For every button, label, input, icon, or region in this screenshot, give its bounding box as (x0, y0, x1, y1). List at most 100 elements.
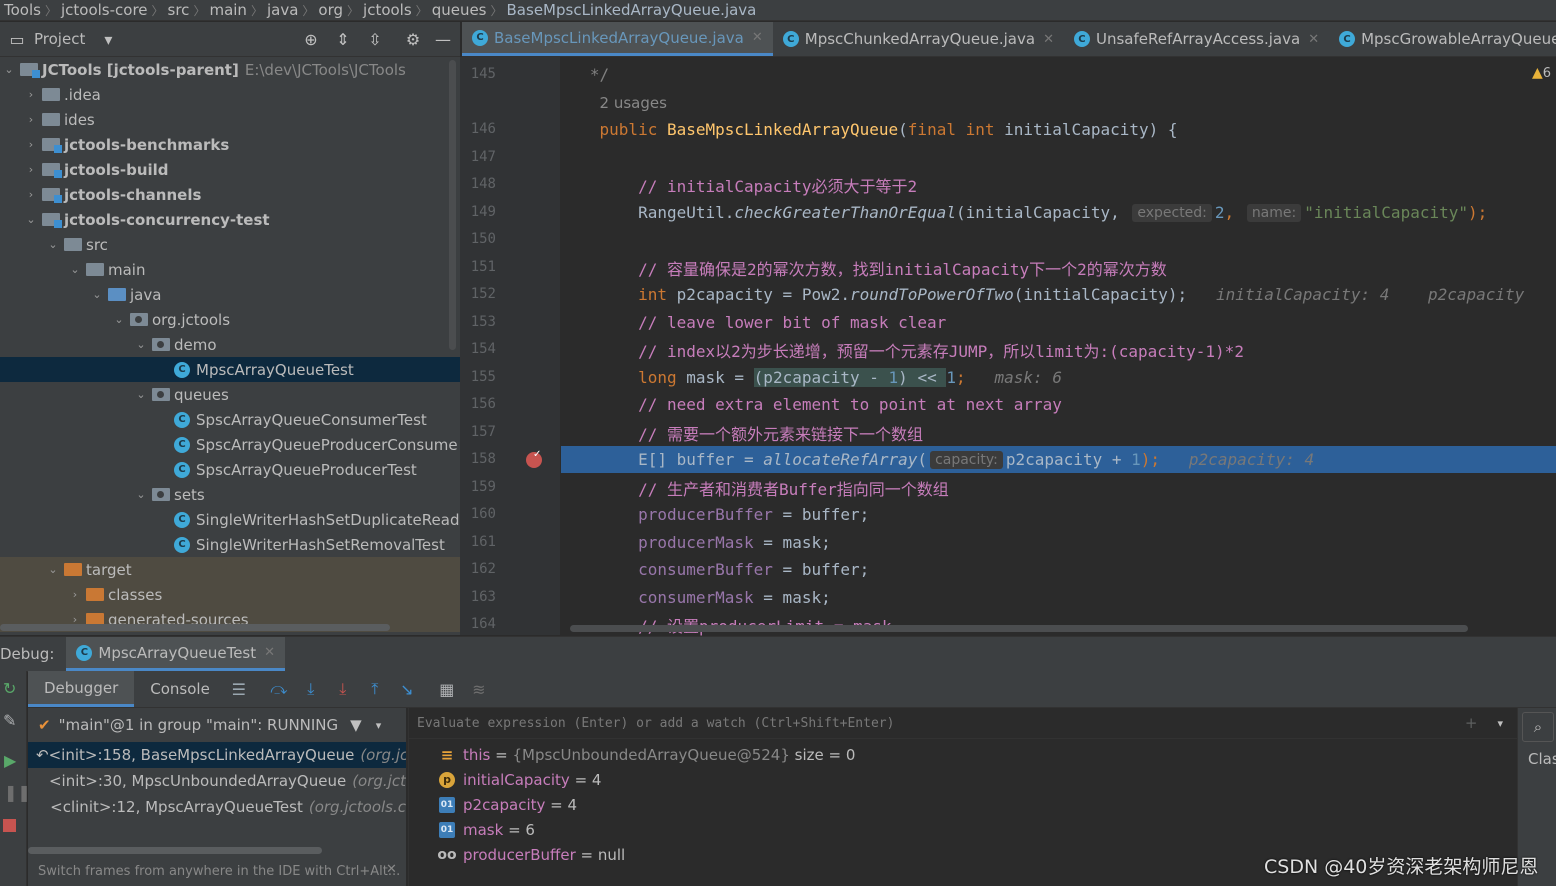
chevron-down-icon[interactable]: ⌄ (112, 313, 126, 326)
chevron-right-icon[interactable]: › (24, 113, 38, 126)
close-icon[interactable]: ✕ (264, 645, 275, 660)
tree-item[interactable]: C SpscArrayQueueProducerTest (0, 457, 460, 482)
chevron-down-icon[interactable]: ▾ (376, 719, 382, 732)
close-icon[interactable]: ✕ (1043, 32, 1054, 47)
expand-all-icon[interactable]: ⇕ (334, 30, 352, 49)
evaluate-bar[interactable]: Evaluate expression (Enter) or add a wat… (409, 708, 1517, 739)
chevron-right-icon[interactable]: › (24, 163, 38, 176)
tree-item[interactable]: › jctools-benchmarks (0, 132, 460, 157)
breadcrumb-item[interactable]: Tools (0, 1, 45, 19)
tree-item[interactable]: ⌄ src (0, 232, 460, 257)
run-to-cursor-icon[interactable]: ↘ (398, 680, 416, 699)
tree-item[interactable]: ⌄ JCTools [jctools-parent] E:\dev\JCTools\… (0, 57, 460, 82)
tree-item[interactable]: › .idea (0, 82, 460, 107)
pause-icon[interactable]: ❚❚ (4, 783, 31, 802)
tree-item[interactable]: C SpscArrayQueueConsumerTest (0, 407, 460, 432)
tree-item[interactable]: ⌄ main (0, 257, 460, 282)
evaluate-input[interactable]: Evaluate expression (Enter) or add a wat… (417, 716, 894, 731)
frames-scrollbar[interactable] (28, 847, 322, 854)
chevron-down-icon[interactable]: ⌄ (24, 213, 38, 226)
step-over-icon[interactable]: ⤼ (270, 679, 288, 698)
debug-session-tab[interactable]: C MpscArrayQueueTest ✕ (66, 637, 286, 671)
editor-horizontal-scrollbar[interactable] (570, 625, 1468, 632)
tab-file[interactable]: C UnsafeRefArrayAccess.java ✕ (1064, 22, 1329, 56)
breadcrumb-item[interactable]: main (205, 1, 250, 19)
tab-file[interactable]: C MpscGrowableArrayQueue.ja (1329, 22, 1556, 56)
breadcrumb-item[interactable]: java (263, 1, 302, 19)
stack-frame[interactable]: <clinit>:12, MpscArrayQueueTest (org.jcto… (28, 794, 406, 820)
chevron-down-icon[interactable]: ⌄ (46, 563, 60, 576)
tree-item[interactable]: ⌄ sets (0, 482, 460, 507)
tree-item[interactable]: › classes (0, 582, 460, 607)
breadcrumb-item[interactable]: jctools (359, 1, 416, 19)
chevron-down-icon[interactable]: ⌄ (134, 388, 148, 401)
tree-horizontal-scrollbar[interactable] (0, 624, 390, 631)
variable-row[interactable]: 01 mask = 6 (439, 817, 535, 842)
tree-item[interactable]: ⌄ jctools-concurrency-test (0, 207, 460, 232)
chevron-right-icon[interactable]: › (24, 188, 38, 201)
breadcrumb-item[interactable]: BaseMpscLinkedArrayQueue.java (503, 1, 761, 19)
tree-item[interactable]: C MpscArrayQueueTest (0, 357, 460, 382)
project-title[interactable]: Project (34, 30, 85, 48)
variable-row[interactable]: ≡ this = {MpscUnboundedArrayQueue@524} si… (439, 742, 856, 767)
tree-item[interactable]: › ides (0, 107, 460, 132)
chevron-down-icon[interactable]: ⌄ (134, 488, 148, 501)
stack-frame[interactable]: ↶ <init>:158, BaseMpscLinkedArrayQueue (or… (28, 742, 406, 768)
tree-item[interactable]: › jctools-channels (0, 182, 460, 207)
resume-icon[interactable]: ▶ (4, 751, 16, 770)
show-execution-point-icon[interactable]: ☰ (230, 680, 248, 699)
breadcrumb-item[interactable]: org (314, 1, 347, 19)
chevron-down-icon[interactable]: ⌄ (134, 338, 148, 351)
tree-item[interactable]: › jctools-build (0, 157, 460, 182)
variable-row[interactable]: p initialCapacity = 4 (439, 767, 601, 792)
chevron-down-icon[interactable]: ▾ (99, 30, 117, 49)
gear-icon[interactable]: ⚙ (404, 30, 422, 49)
locate-icon[interactable]: ⊕ (302, 30, 320, 49)
tree-item[interactable]: C SingleWriterHashSetRemovalTest (0, 532, 460, 557)
tab-file[interactable]: C MpscChunkedArrayQueue.java ✕ (773, 22, 1064, 56)
tree-item[interactable]: ⌄ org.jctools (0, 307, 460, 332)
search-icon[interactable]: ⌕ (1522, 712, 1554, 742)
add-watch-icon[interactable]: + (1465, 714, 1478, 732)
variable-row[interactable]: 01 p2capacity = 4 (439, 792, 577, 817)
tree-item[interactable]: C SpscArrayQueueProducerConsume (0, 432, 460, 457)
tree-item[interactable]: ⌄ target (0, 557, 460, 582)
chevron-right-icon[interactable]: › (68, 588, 82, 601)
tree-item[interactable]: ⌄ java (0, 282, 460, 307)
tree-item[interactable]: ⌄ demo (0, 332, 460, 357)
chevron-down-icon[interactable]: ▾ (1497, 717, 1503, 730)
chevron-down-icon[interactable]: ⌄ (46, 238, 60, 251)
trace-icon[interactable]: ≋ (470, 680, 488, 699)
tab-console[interactable]: Console (134, 680, 226, 698)
warning-indicator[interactable]: ▲6 (1532, 65, 1551, 81)
force-step-into-icon[interactable]: ⤓ (334, 679, 352, 698)
project-view-icon[interactable]: ▭ (8, 30, 26, 49)
tree-item[interactable]: ⌄ queues (0, 382, 460, 407)
chevron-right-icon[interactable]: › (24, 88, 38, 101)
stop-icon[interactable] (3, 819, 16, 832)
thread-selector[interactable]: ✔ "main"@1 in group "main": RUNNING ▼ ▾ (28, 710, 406, 740)
variable-row[interactable]: oo producerBuffer = null (437, 842, 625, 867)
breadcrumb-item[interactable]: jctools-core (57, 1, 152, 19)
chevron-right-icon[interactable]: › (24, 138, 38, 151)
tree-item[interactable]: C SingleWriterHashSetDuplicateRead (0, 507, 460, 532)
filter-icon[interactable]: ▼ (350, 716, 362, 734)
step-into-icon[interactable]: ⤓ (302, 679, 320, 698)
stack-frame[interactable]: <init>:30, MpscUnboundedArrayQueue (org.j… (28, 768, 406, 794)
evaluate-expression-icon[interactable]: ▦ (438, 680, 456, 699)
chevron-down-icon[interactable]: ⌄ (2, 63, 16, 76)
rerun-icon[interactable]: ↻ (3, 679, 16, 698)
minimize-icon[interactable]: — (434, 30, 452, 49)
tree-vertical-scrollbar[interactable] (449, 60, 456, 350)
breadcrumb-item[interactable]: src (164, 1, 194, 19)
tab-file[interactable]: C BaseMpscLinkedArrayQueue.java ✕ (462, 22, 773, 56)
tab-debugger[interactable]: Debugger (28, 671, 135, 707)
collapse-all-icon[interactable]: ⇳ (366, 30, 384, 49)
chevron-down-icon[interactable]: ⌄ (68, 263, 82, 276)
breadcrumb-item[interactable]: queues (428, 1, 491, 19)
chevron-down-icon[interactable]: ⌄ (90, 288, 104, 301)
close-icon[interactable]: ✕ (386, 862, 397, 877)
close-icon[interactable]: ✕ (752, 30, 763, 45)
close-icon[interactable]: ✕ (1308, 32, 1319, 47)
step-out-icon[interactable]: ⤒ (366, 679, 384, 698)
